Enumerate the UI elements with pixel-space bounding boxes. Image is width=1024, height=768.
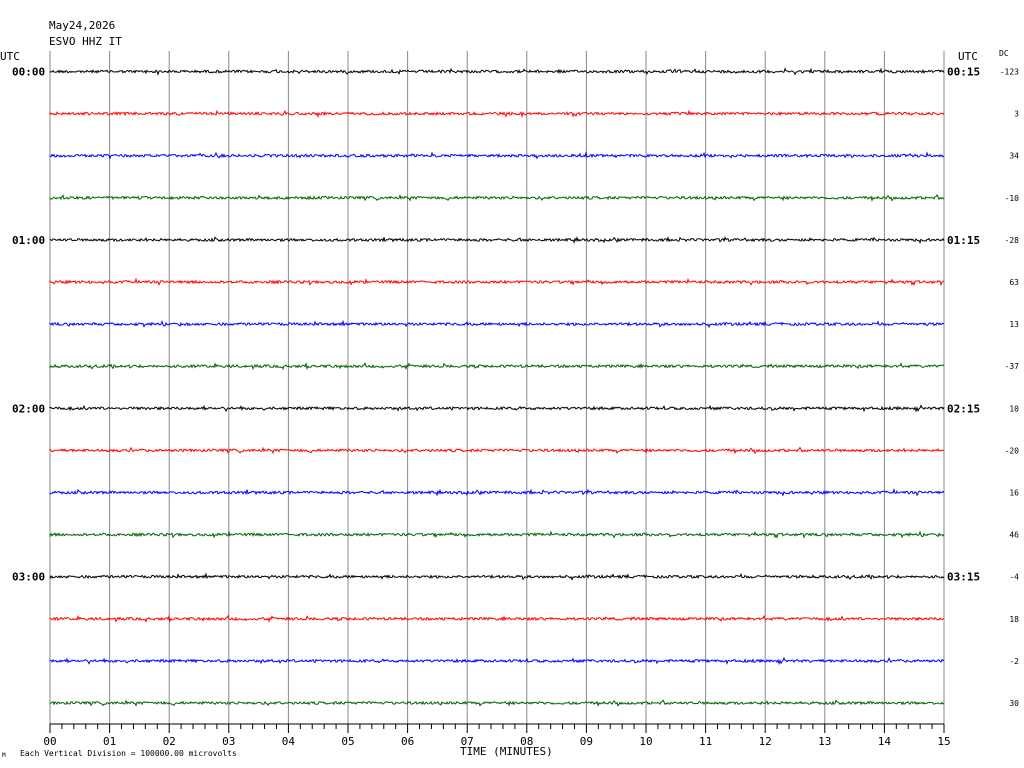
trace-line-12 — [49, 572, 945, 581]
row-dc-value: -2 — [1009, 657, 1019, 666]
row-dc-value: 3 — [1014, 110, 1019, 119]
row-dc-value: 34 — [1009, 152, 1019, 161]
row-dc-value: 10 — [1009, 404, 1019, 413]
x-tick-label: 06 — [401, 735, 414, 748]
row-right-time-label: 01:15 — [947, 234, 980, 247]
trace-line-11 — [49, 530, 945, 539]
trace-line-0 — [49, 67, 945, 76]
x-tick-label: 03 — [222, 735, 235, 748]
x-axis-label: TIME (MINUTES) — [460, 745, 553, 758]
x-tick-label: 04 — [282, 735, 296, 748]
x-tick-label: 12 — [759, 735, 772, 748]
row-dc-value: 18 — [1009, 615, 1019, 624]
trace-line-14 — [49, 656, 945, 666]
row-right-time-label: 02:15 — [947, 402, 980, 415]
x-tick-label: 14 — [878, 735, 892, 748]
row-dc-value: -123 — [1000, 68, 1019, 77]
row-dc-value: 46 — [1009, 531, 1019, 540]
x-tick-label: 09 — [580, 735, 593, 748]
row-dc-value: 63 — [1009, 278, 1019, 287]
row-left-time-label: 02:00 — [12, 402, 45, 415]
x-tick-label: 00 — [43, 735, 56, 748]
trace-line-10 — [49, 487, 945, 497]
trace-line-6 — [49, 319, 945, 329]
row-dc-value: 13 — [1009, 320, 1019, 329]
row-right-time-label: 00:15 — [947, 66, 980, 79]
x-tick-label: 02 — [163, 735, 176, 748]
trace-line-5 — [49, 277, 945, 287]
row-left-time-label: 01:00 — [12, 234, 45, 247]
corner-mark: M — [2, 752, 6, 759]
trace-line-2 — [49, 151, 945, 160]
seismogram-plot: 00 01 02 03 04 05 06 07 08 09 10 11 12 13 14 1500:00 00:… — [12, 51, 1020, 748]
row-right-time-label: 03:15 — [947, 571, 980, 584]
trace-line-1 — [49, 109, 945, 119]
trace-line-3 — [49, 194, 945, 202]
row-dc-value: -10 — [1005, 194, 1020, 203]
row-dc-value: -4 — [1009, 573, 1019, 582]
row-dc-value: 16 — [1009, 489, 1019, 498]
trace-line-9 — [49, 446, 945, 455]
row-left-time-label: 00:00 — [12, 66, 45, 79]
row-dc-value: 30 — [1009, 699, 1019, 708]
trace-line-8 — [49, 404, 945, 413]
trace-line-7 — [49, 361, 945, 371]
x-tick-label: 05 — [341, 735, 354, 748]
row-left-time-label: 03:00 — [12, 571, 45, 584]
row-dc-value: -20 — [1005, 446, 1020, 455]
trace-line-4 — [49, 235, 945, 244]
x-tick-label: 10 — [639, 735, 652, 748]
row-dc-value: -28 — [1005, 236, 1020, 245]
x-tick-label: 01 — [103, 735, 116, 748]
trace-line-15 — [49, 699, 945, 708]
x-tick-label: 13 — [818, 735, 831, 748]
row-dc-value: -37 — [1005, 362, 1020, 371]
scale-note: Each Vertical Division = 100000.00 micro… — [20, 749, 237, 758]
x-tick-label: 15 — [937, 735, 950, 748]
trace-line-13 — [49, 614, 945, 623]
x-tick-label: 11 — [699, 735, 712, 748]
